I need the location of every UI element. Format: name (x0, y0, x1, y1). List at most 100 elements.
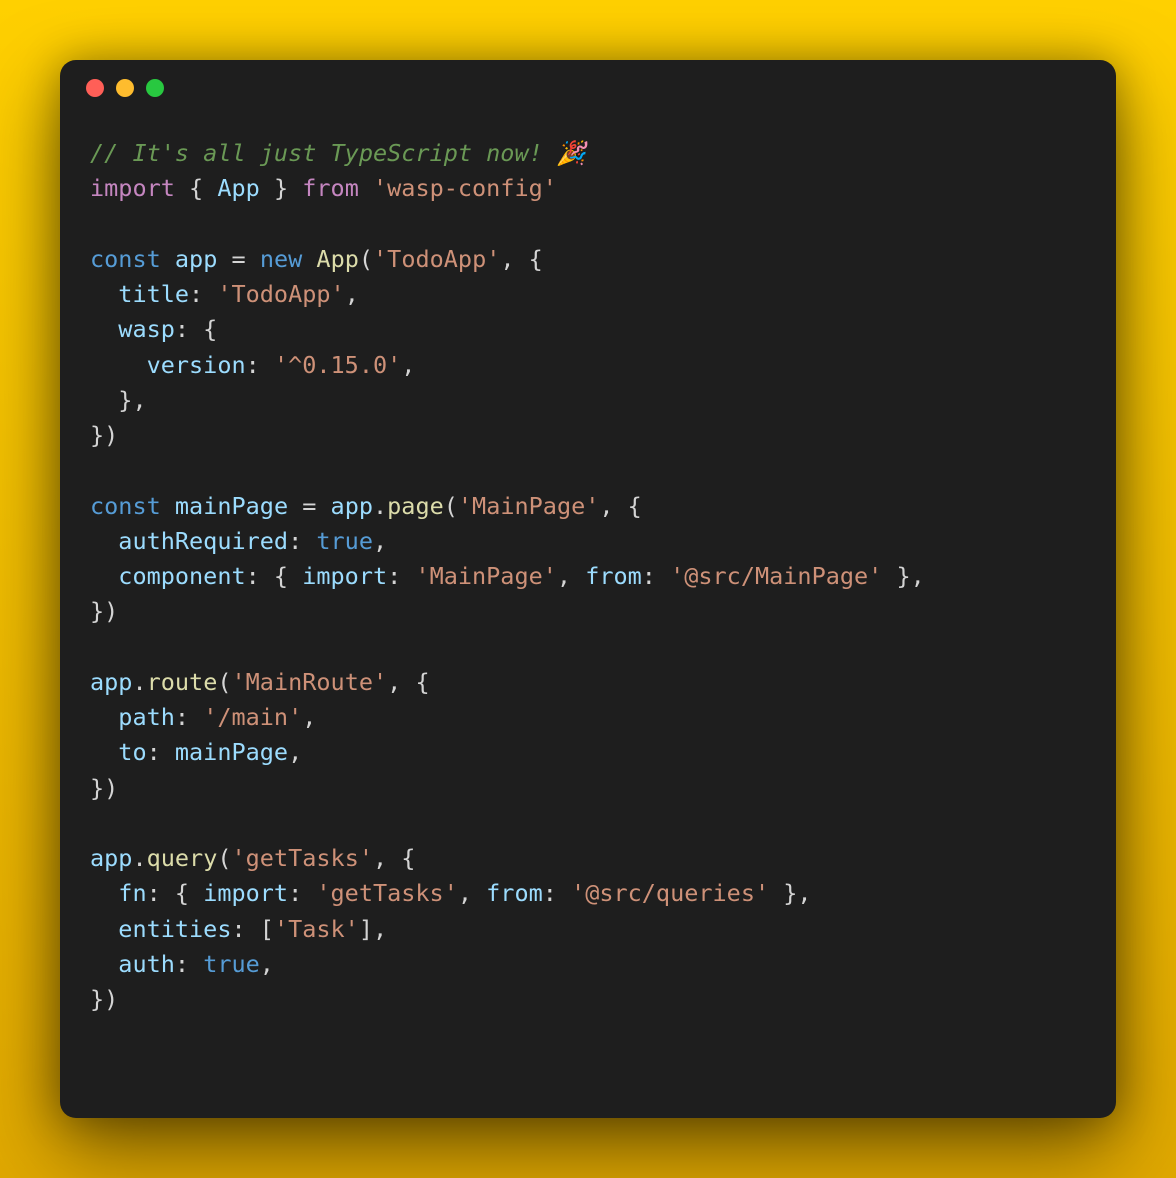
code-token-punct: ( (444, 492, 458, 520)
code-line: }, (90, 383, 1086, 418)
code-token-new: new (260, 245, 302, 273)
code-line: const mainPage = app.page('MainPage', { (90, 489, 1086, 524)
code-token-string: 'MainPage' (458, 492, 599, 520)
code-token-bool: true (316, 527, 373, 555)
code-token-punct: : (189, 280, 217, 308)
code-token-string: 'TodoApp' (373, 245, 500, 273)
code-token-string: '^0.15.0' (274, 351, 401, 379)
code-token-ident: app (331, 492, 373, 520)
code-line: import { App } from 'wasp-config' (90, 171, 1086, 206)
code-token-punct: . (132, 844, 146, 872)
code-token-punct: ( (359, 245, 373, 273)
code-line: }) (90, 418, 1086, 453)
code-token-punct: : (543, 879, 571, 907)
code-token-ident: wasp (118, 315, 175, 343)
code-token-ident: app (90, 668, 132, 696)
minimize-icon[interactable] (116, 79, 134, 97)
code-token-ident: path (118, 703, 175, 731)
code-token-punct: : (642, 562, 670, 590)
code-token-ident: from (486, 879, 543, 907)
code-token-punct: = (217, 245, 259, 273)
code-token-punct: : (288, 879, 316, 907)
code-line: to: mainPage, (90, 735, 1086, 770)
code-token-punct: ( (217, 844, 231, 872)
code-token-punct (90, 738, 118, 766)
code-token-punct (359, 174, 373, 202)
code-token-comment: // It's all just TypeScript now! 🎉 (90, 139, 586, 167)
code-token-ident: mainPage (175, 738, 288, 766)
code-token-string: '@src/MainPage' (670, 562, 882, 590)
code-token-ident: App (217, 174, 259, 202)
code-token-punct: ( (217, 668, 231, 696)
code-token-ident: authRequired (118, 527, 288, 555)
code-token-ident: auth (118, 950, 175, 978)
code-token-punct: : (387, 562, 415, 590)
code-line: version: '^0.15.0', (90, 348, 1086, 383)
code-line (90, 207, 1086, 242)
code-token-ident: component (118, 562, 245, 590)
maximize-icon[interactable] (146, 79, 164, 97)
code-token-punct (161, 492, 175, 520)
code-token-punct (90, 950, 118, 978)
code-line (90, 453, 1086, 488)
code-token-punct: : { (175, 315, 217, 343)
code-token-punct: { (175, 174, 217, 202)
code-token-punct: ], (359, 915, 387, 943)
code-token-keyword: from (302, 174, 359, 202)
code-token-punct: : { (147, 879, 204, 907)
code-token-punct: : (147, 738, 175, 766)
code-token-keyword: import (90, 174, 175, 202)
code-token-func: App (316, 245, 358, 273)
code-line: entities: ['Task'], (90, 912, 1086, 947)
code-token-ident: import (302, 562, 387, 590)
code-token-punct: }, (882, 562, 924, 590)
code-line: fn: { import: 'getTasks', from: '@src/qu… (90, 876, 1086, 911)
code-token-string: '/main' (203, 703, 302, 731)
code-token-func: query (147, 844, 218, 872)
code-token-string: 'TodoApp' (217, 280, 344, 308)
code-window: // It's all just TypeScript now! 🎉 import… (60, 60, 1116, 1118)
code-token-punct: , { (500, 245, 542, 273)
code-token-punct: , { (387, 668, 429, 696)
code-token-bool: true (203, 950, 260, 978)
code-line: // It's all just TypeScript now! 🎉 (90, 136, 1086, 171)
code-token-punct: } (260, 174, 302, 202)
code-token-ident: fn (118, 879, 146, 907)
code-token-punct (90, 703, 118, 731)
code-token-ident: import (203, 879, 288, 907)
code-token-string: 'MainRoute' (232, 668, 388, 696)
code-token-punct: }) (90, 985, 118, 1013)
code-token-string: '@src/queries' (571, 879, 769, 907)
code-token-func: page (387, 492, 444, 520)
code-content: // It's all just TypeScript now! 🎉 import… (60, 116, 1116, 1118)
code-line (90, 806, 1086, 841)
code-token-punct: }, (90, 386, 147, 414)
code-token-punct (90, 562, 118, 590)
code-token-punct: }) (90, 421, 118, 449)
code-token-string: 'getTasks' (232, 844, 373, 872)
code-token-punct: : (175, 950, 203, 978)
code-line: app.query('getTasks', { (90, 841, 1086, 876)
code-line: authRequired: true, (90, 524, 1086, 559)
code-line: }) (90, 771, 1086, 806)
code-token-punct: : (246, 351, 274, 379)
code-line (90, 630, 1086, 665)
code-token-ident: version (147, 351, 246, 379)
code-token-string: 'getTasks' (316, 879, 457, 907)
code-token-punct: , (458, 879, 486, 907)
close-icon[interactable] (86, 79, 104, 97)
code-token-punct: , (557, 562, 585, 590)
code-line: wasp: { (90, 312, 1086, 347)
code-token-punct: }) (90, 597, 118, 625)
code-line: }) (90, 982, 1086, 1017)
code-token-punct: , (302, 703, 316, 731)
code-line: component: { import: 'MainPage', from: '… (90, 559, 1086, 594)
code-token-punct (302, 245, 316, 273)
code-token-punct: . (373, 492, 387, 520)
code-token-punct: , (288, 738, 302, 766)
code-token-punct (90, 915, 118, 943)
code-line: auth: true, (90, 947, 1086, 982)
code-token-punct: : (288, 527, 316, 555)
code-token-punct: : { (246, 562, 303, 590)
code-token-punct (90, 879, 118, 907)
